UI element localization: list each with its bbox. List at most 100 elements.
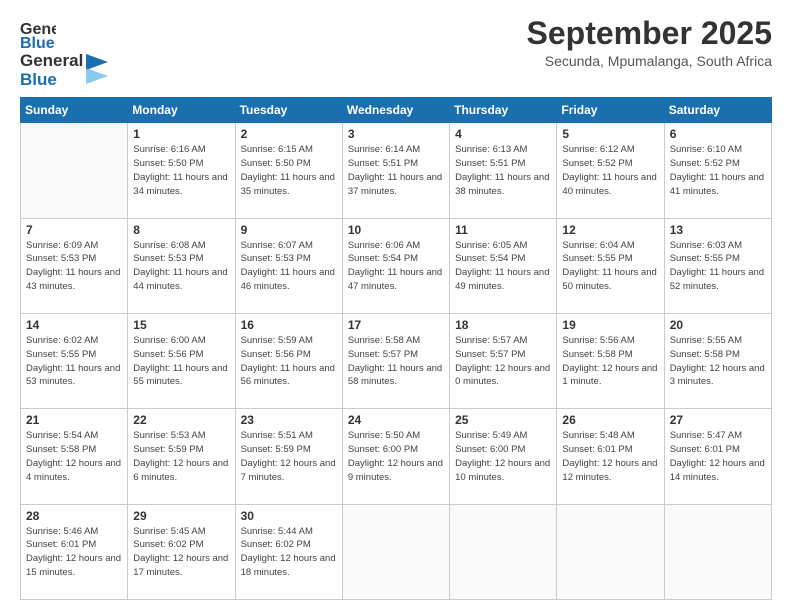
day-number: 4 xyxy=(455,127,551,141)
logo-general: General xyxy=(20,52,83,71)
table-row: 9 Sunrise: 6:07 AMSunset: 5:53 PMDaylight… xyxy=(235,218,342,313)
table-row: 15 Sunrise: 6:00 AMSunset: 5:56 PMDayligh… xyxy=(128,314,235,409)
day-number: 15 xyxy=(133,318,229,332)
table-row: 30 Sunrise: 5:44 AMSunset: 6:02 PMDayligh… xyxy=(235,504,342,599)
logo-flag-icon xyxy=(86,54,108,84)
calendar-week-row: 14 Sunrise: 6:02 AMSunset: 5:55 PMDayligh… xyxy=(21,314,772,409)
day-number: 25 xyxy=(455,413,551,427)
logo-blue: Blue xyxy=(20,71,83,90)
day-info: Sunrise: 5:54 AMSunset: 5:58 PMDaylight:… xyxy=(26,429,122,484)
col-monday: Monday xyxy=(128,98,235,123)
day-info: Sunrise: 6:05 AMSunset: 5:54 PMDaylight:… xyxy=(455,239,551,294)
day-number: 26 xyxy=(562,413,658,427)
day-number: 6 xyxy=(670,127,766,141)
day-number: 21 xyxy=(26,413,122,427)
day-number: 1 xyxy=(133,127,229,141)
day-info: Sunrise: 5:51 AMSunset: 5:59 PMDaylight:… xyxy=(241,429,337,484)
day-number: 9 xyxy=(241,223,337,237)
table-row: 6 Sunrise: 6:10 AMSunset: 5:52 PMDaylight… xyxy=(664,123,771,218)
day-info: Sunrise: 5:57 AMSunset: 5:57 PMDaylight:… xyxy=(455,334,551,389)
table-row: 5 Sunrise: 6:12 AMSunset: 5:52 PMDaylight… xyxy=(557,123,664,218)
day-number: 17 xyxy=(348,318,444,332)
day-number: 11 xyxy=(455,223,551,237)
table-row: 11 Sunrise: 6:05 AMSunset: 5:54 PMDayligh… xyxy=(450,218,557,313)
calendar-week-row: 1 Sunrise: 6:16 AMSunset: 5:50 PMDaylight… xyxy=(21,123,772,218)
day-number: 14 xyxy=(26,318,122,332)
table-row xyxy=(21,123,128,218)
day-number: 24 xyxy=(348,413,444,427)
svg-text:Blue: Blue xyxy=(20,35,55,52)
table-row xyxy=(450,504,557,599)
day-info: Sunrise: 6:06 AMSunset: 5:54 PMDaylight:… xyxy=(348,239,444,294)
page: General Blue General Blue September 2025… xyxy=(0,0,792,612)
table-row: 1 Sunrise: 6:16 AMSunset: 5:50 PMDaylight… xyxy=(128,123,235,218)
day-number: 5 xyxy=(562,127,658,141)
day-info: Sunrise: 6:12 AMSunset: 5:52 PMDaylight:… xyxy=(562,143,658,198)
table-row: 20 Sunrise: 5:55 AMSunset: 5:58 PMDayligh… xyxy=(664,314,771,409)
day-info: Sunrise: 6:02 AMSunset: 5:55 PMDaylight:… xyxy=(26,334,122,389)
table-row: 22Sunrise: 5:53 AMSunset: 5:59 PMDayligh… xyxy=(128,409,235,504)
day-number: 7 xyxy=(26,223,122,237)
day-number: 28 xyxy=(26,509,122,523)
day-info: Sunrise: 6:14 AMSunset: 5:51 PMDaylight:… xyxy=(348,143,444,198)
col-wednesday: Wednesday xyxy=(342,98,449,123)
day-info: Sunrise: 5:59 AMSunset: 5:56 PMDaylight:… xyxy=(241,334,337,389)
logo-icon: General Blue xyxy=(20,16,56,52)
title-block: September 2025 Secunda, Mpumalanga, Sout… xyxy=(527,16,772,69)
day-info: Sunrise: 6:07 AMSunset: 5:53 PMDaylight:… xyxy=(241,239,337,294)
day-number: 12 xyxy=(562,223,658,237)
day-info: Sunrise: 6:15 AMSunset: 5:50 PMDaylight:… xyxy=(241,143,337,198)
day-number: 29 xyxy=(133,509,229,523)
day-info: Sunrise: 5:44 AMSunset: 6:02 PMDaylight:… xyxy=(241,525,337,580)
day-number: 8 xyxy=(133,223,229,237)
day-info: Sunrise: 6:09 AMSunset: 5:53 PMDaylight:… xyxy=(26,239,122,294)
day-info: Sunrise: 5:47 AMSunset: 6:01 PMDaylight:… xyxy=(670,429,766,484)
table-row: 28 Sunrise: 5:46 AMSunset: 6:01 PMDayligh… xyxy=(21,504,128,599)
table-row: 18 Sunrise: 5:57 AMSunset: 5:57 PMDayligh… xyxy=(450,314,557,409)
calendar-week-row: 7 Sunrise: 6:09 AMSunset: 5:53 PMDaylight… xyxy=(21,218,772,313)
table-row xyxy=(664,504,771,599)
table-row: 23 Sunrise: 5:51 AMSunset: 5:59 PMDayligh… xyxy=(235,409,342,504)
logo: General Blue General Blue xyxy=(20,16,108,89)
table-row xyxy=(557,504,664,599)
calendar-table: Sunday Monday Tuesday Wednesday Thursday… xyxy=(20,97,772,600)
location-subtitle: Secunda, Mpumalanga, South Africa xyxy=(527,53,772,69)
day-info: Sunrise: 6:03 AMSunset: 5:55 PMDaylight:… xyxy=(670,239,766,294)
day-info: Sunrise: 6:10 AMSunset: 5:52 PMDaylight:… xyxy=(670,143,766,198)
calendar-header-row: Sunday Monday Tuesday Wednesday Thursday… xyxy=(21,98,772,123)
table-row: 12Sunrise: 6:04 AMSunset: 5:55 PMDayligh… xyxy=(557,218,664,313)
table-row: 26 Sunrise: 5:48 AMSunset: 6:01 PMDayligh… xyxy=(557,409,664,504)
day-number: 23 xyxy=(241,413,337,427)
col-tuesday: Tuesday xyxy=(235,98,342,123)
table-row: 7 Sunrise: 6:09 AMSunset: 5:53 PMDaylight… xyxy=(21,218,128,313)
day-number: 30 xyxy=(241,509,337,523)
day-number: 18 xyxy=(455,318,551,332)
table-row: 25Sunrise: 5:49 AMSunset: 6:00 PMDayligh… xyxy=(450,409,557,504)
table-row xyxy=(342,504,449,599)
table-row: 17Sunrise: 5:58 AMSunset: 5:57 PMDayligh… xyxy=(342,314,449,409)
day-info: Sunrise: 5:50 AMSunset: 6:00 PMDaylight:… xyxy=(348,429,444,484)
day-info: Sunrise: 5:46 AMSunset: 6:01 PMDaylight:… xyxy=(26,525,122,580)
day-number: 10 xyxy=(348,223,444,237)
day-info: Sunrise: 6:00 AMSunset: 5:56 PMDaylight:… xyxy=(133,334,229,389)
calendar-week-row: 21 Sunrise: 5:54 AMSunset: 5:58 PMDayligh… xyxy=(21,409,772,504)
table-row: 13 Sunrise: 6:03 AMSunset: 5:55 PMDayligh… xyxy=(664,218,771,313)
table-row: 21 Sunrise: 5:54 AMSunset: 5:58 PMDayligh… xyxy=(21,409,128,504)
day-number: 20 xyxy=(670,318,766,332)
table-row: 4Sunrise: 6:13 AMSunset: 5:51 PMDaylight… xyxy=(450,123,557,218)
table-row: 29Sunrise: 5:45 AMSunset: 6:02 PMDayligh… xyxy=(128,504,235,599)
calendar-week-row: 28 Sunrise: 5:46 AMSunset: 6:01 PMDayligh… xyxy=(21,504,772,599)
day-number: 13 xyxy=(670,223,766,237)
day-number: 16 xyxy=(241,318,337,332)
col-sunday: Sunday xyxy=(21,98,128,123)
day-info: Sunrise: 5:55 AMSunset: 5:58 PMDaylight:… xyxy=(670,334,766,389)
day-info: Sunrise: 6:16 AMSunset: 5:50 PMDaylight:… xyxy=(133,143,229,198)
col-friday: Friday xyxy=(557,98,664,123)
table-row: 24 Sunrise: 5:50 AMSunset: 6:00 PMDayligh… xyxy=(342,409,449,504)
header: General Blue General Blue September 2025… xyxy=(20,16,772,89)
table-row: 14 Sunrise: 6:02 AMSunset: 5:55 PMDayligh… xyxy=(21,314,128,409)
day-info: Sunrise: 5:48 AMSunset: 6:01 PMDaylight:… xyxy=(562,429,658,484)
table-row: 8Sunrise: 6:08 AMSunset: 5:53 PMDaylight… xyxy=(128,218,235,313)
day-number: 3 xyxy=(348,127,444,141)
day-info: Sunrise: 5:56 AMSunset: 5:58 PMDaylight:… xyxy=(562,334,658,389)
